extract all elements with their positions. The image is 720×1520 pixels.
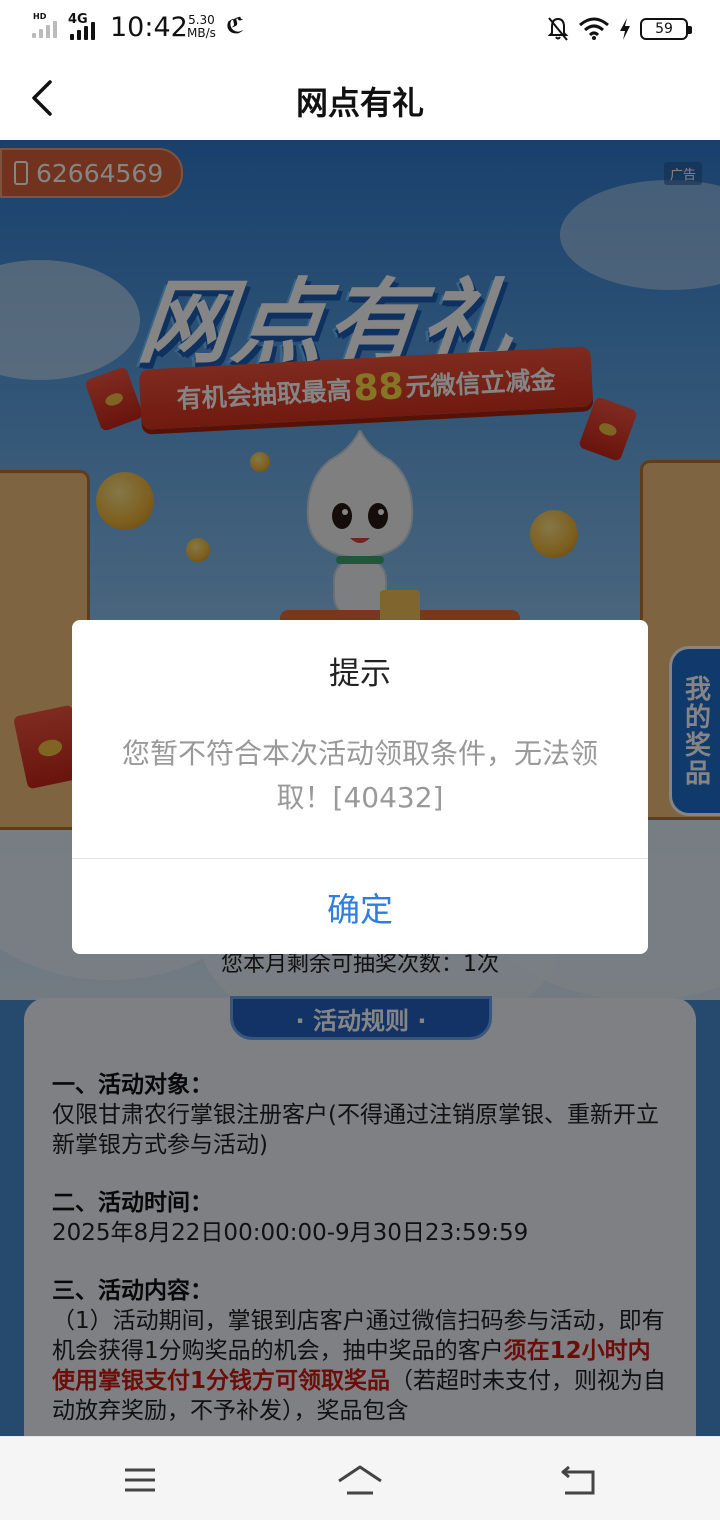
status-bar: HD 4G 10:42 5.30 MB/s ℭ 59: [0, 0, 720, 58]
menu-icon[interactable]: [115, 1455, 165, 1505]
battery-icon: 59: [640, 18, 692, 40]
mute-bell-icon: [547, 17, 569, 41]
system-navigation-bar: [0, 1436, 720, 1520]
signal-icon: [32, 16, 62, 38]
page-title: 网点有礼: [295, 84, 424, 122]
home-icon[interactable]: [335, 1455, 385, 1505]
charging-icon: [620, 18, 630, 40]
wifi-icon: [579, 17, 609, 40]
dialog-message: 您暂不符合本次活动领取条件，无法领取！[40432]: [121, 737, 598, 814]
signal-strength-icon: [70, 22, 100, 40]
carrier-icon: ℭ: [226, 14, 245, 39]
speed-unit: MB/s: [187, 26, 216, 40]
clock: 10:42: [110, 12, 188, 43]
battery-level: 59: [655, 21, 673, 37]
navigation-bar: 网点有礼: [0, 58, 720, 140]
back-icon[interactable]: [555, 1455, 605, 1505]
dialog-title: 提示: [329, 656, 391, 692]
confirm-button[interactable]: 确定: [72, 859, 648, 954]
alert-dialog: 提示 您暂不符合本次活动领取条件，无法领取！[40432] 确定: [72, 620, 648, 954]
network-speed: 5.30 MB/s: [187, 14, 216, 40]
